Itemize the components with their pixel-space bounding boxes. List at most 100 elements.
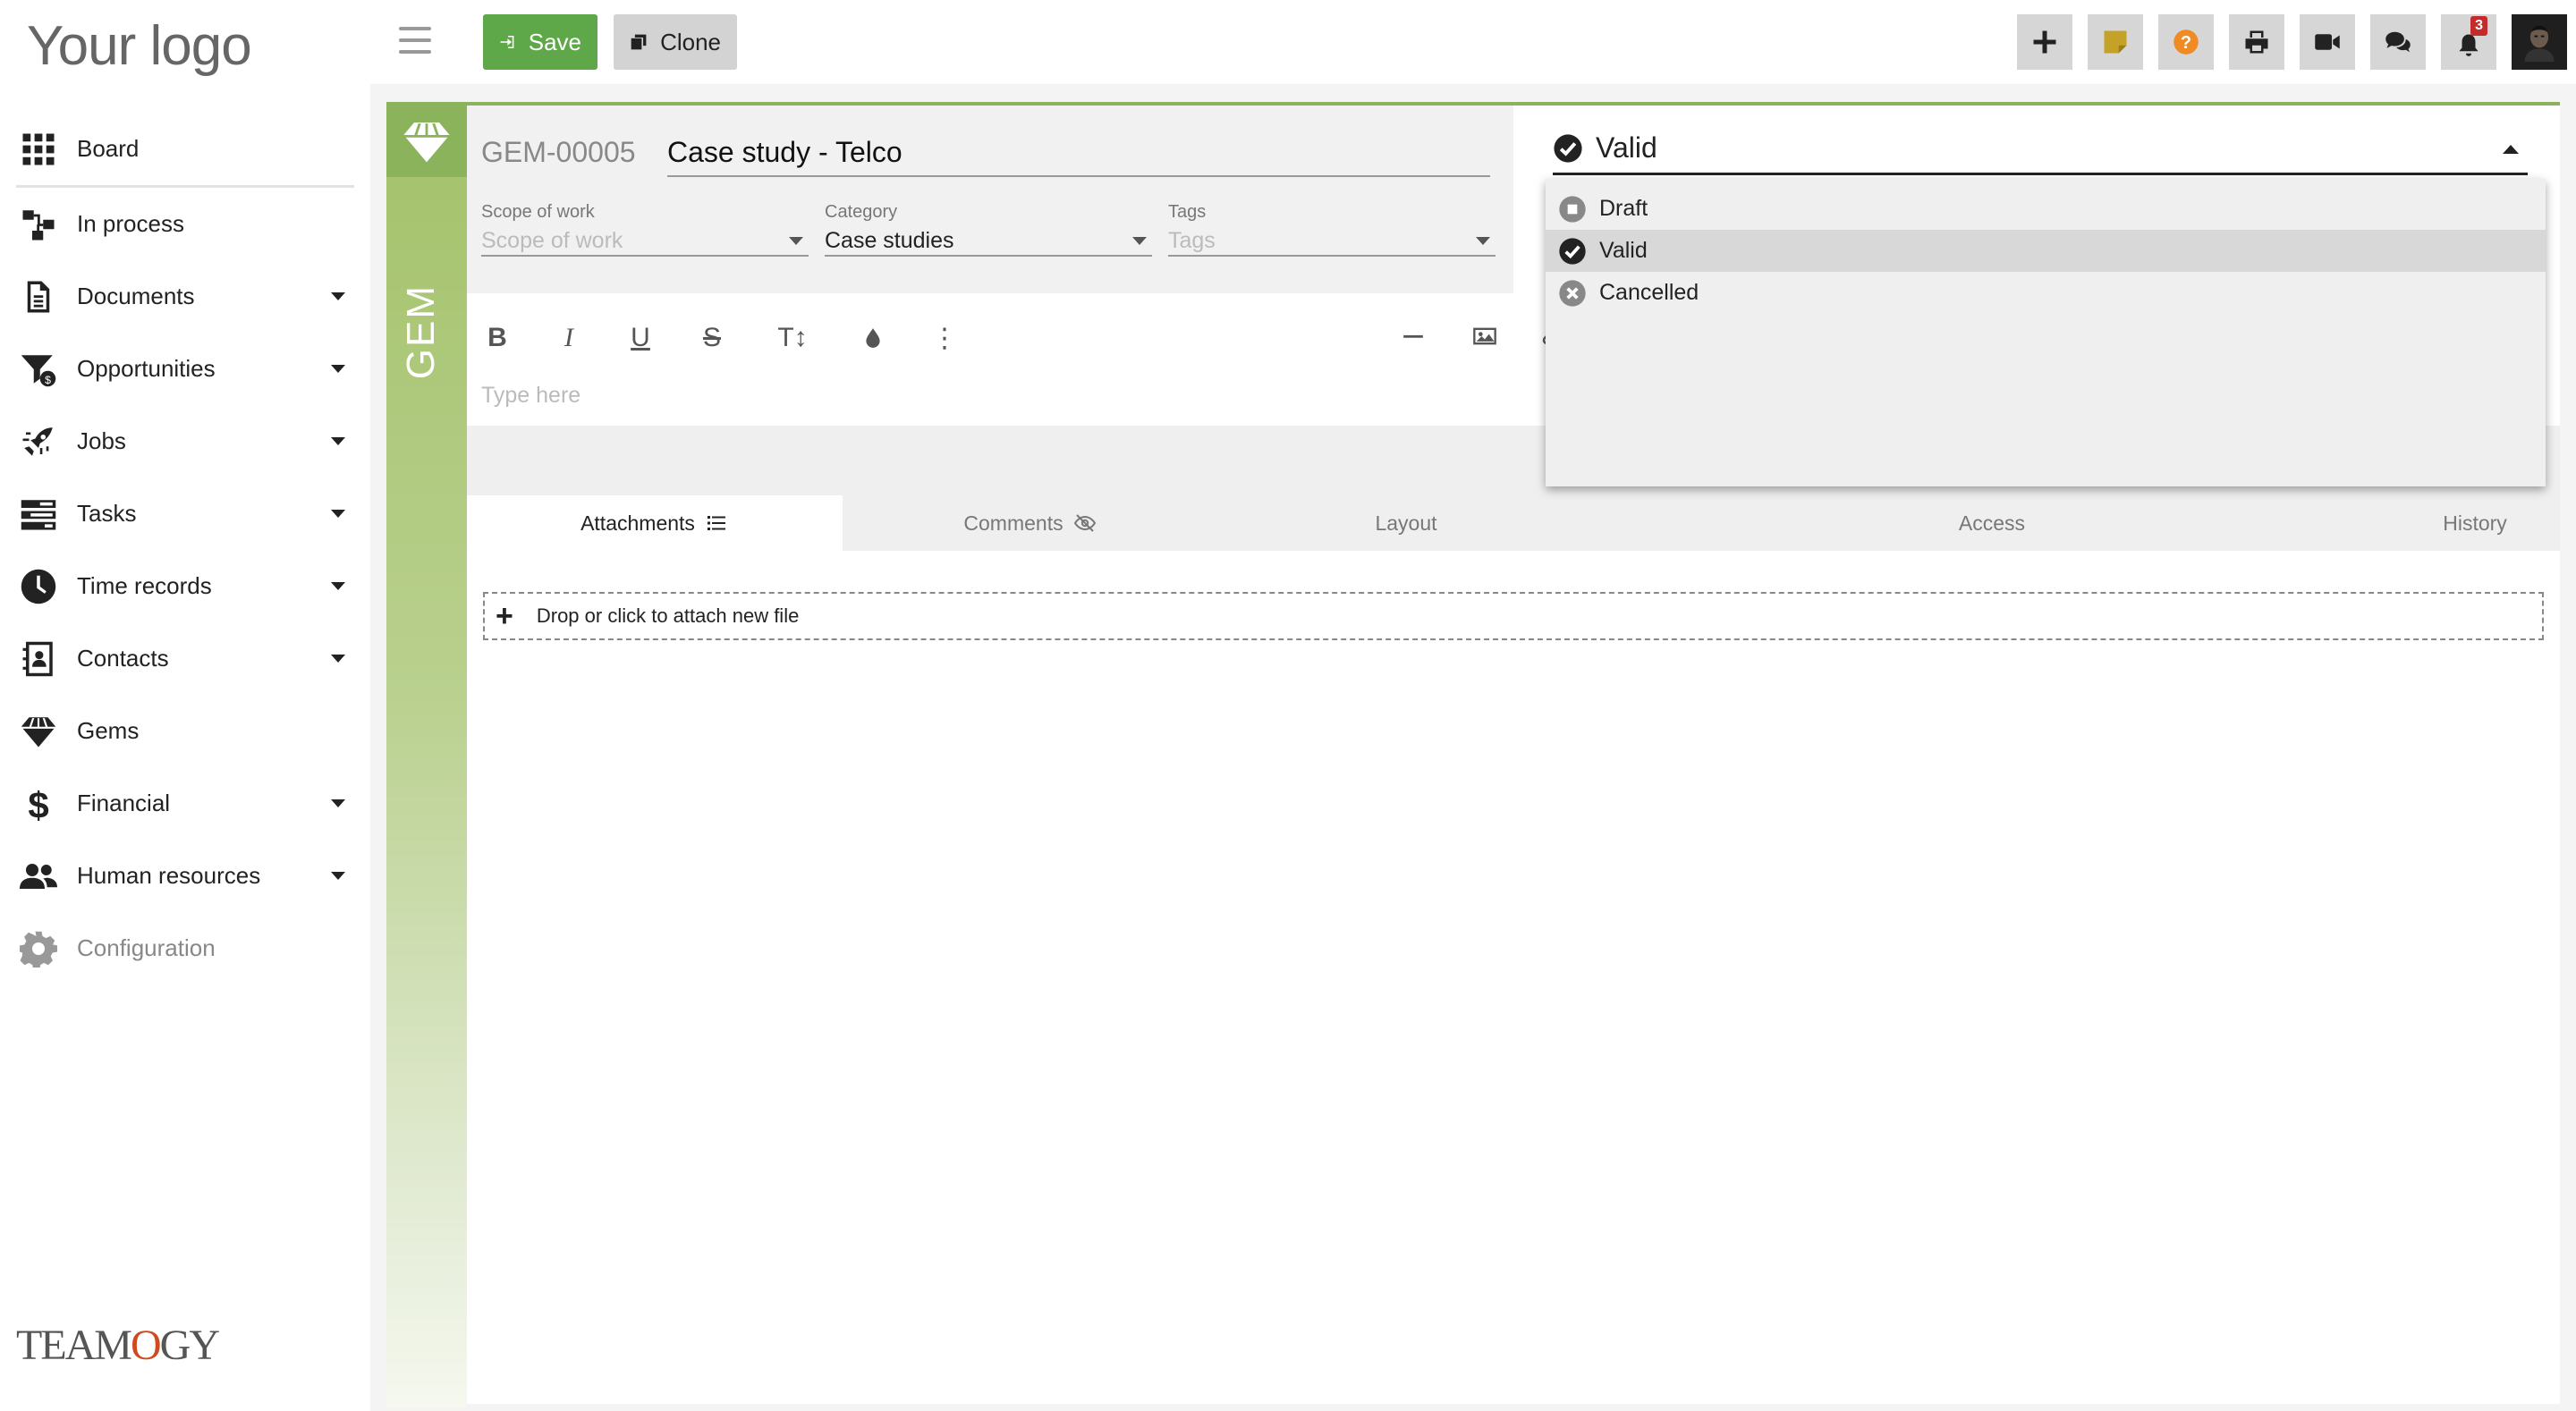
horizontal-rule-button[interactable] <box>1397 320 1429 352</box>
tasks-icon <box>18 494 59 535</box>
hamburger-menu-icon[interactable] <box>399 27 431 54</box>
chevron-down-icon[interactable] <box>331 872 345 880</box>
sidebar-item-financial[interactable]: $ Financial <box>0 767 370 840</box>
chevron-down-icon[interactable] <box>331 655 345 663</box>
sidebar-item-gems[interactable]: Gems <box>0 695 370 767</box>
sidebar-item-in-process[interactable]: In process <box>0 188 370 260</box>
option-label: Valid <box>1599 238 1648 263</box>
sidebar-item-opportunities[interactable]: $ Opportunities <box>0 333 370 405</box>
sidebar-item-label: Configuration <box>77 934 216 961</box>
sidebar-item-label: Contacts <box>77 645 169 672</box>
status-option-cancelled[interactable]: Cancelled <box>1546 272 2546 314</box>
draft-icon <box>1559 195 1586 223</box>
bold-button[interactable]: B <box>481 322 513 354</box>
chat-icon <box>2385 31 2411 53</box>
gem-badge <box>386 106 467 177</box>
italic-button[interactable]: I <box>553 322 585 354</box>
video-button[interactable] <box>2300 14 2355 70</box>
notes-button[interactable] <box>2088 14 2143 70</box>
record-title-input[interactable]: Case study - Telco <box>667 129 1490 177</box>
text-color-button[interactable] <box>857 322 889 354</box>
users-icon <box>18 856 59 897</box>
sidebar-nav: Board In process Documents $ Opportuniti… <box>0 113 370 984</box>
field-label: Scope of work <box>481 202 595 222</box>
underline-button[interactable]: U <box>624 322 657 354</box>
clone-button[interactable]: Clone <box>614 14 737 70</box>
chevron-down-icon[interactable] <box>331 292 345 300</box>
add-button[interactable] <box>2017 14 2072 70</box>
status-panel: Valid <box>1530 102 2558 182</box>
sidebar-item-configuration[interactable]: Configuration <box>0 912 370 984</box>
field-value: Scope of work <box>481 226 809 257</box>
notifications-button[interactable]: 3 <box>2441 14 2496 70</box>
record-type-label: GEM <box>399 284 443 380</box>
strikethrough-button[interactable]: S <box>696 322 728 354</box>
chat-button[interactable] <box>2370 14 2426 70</box>
plus-icon: + <box>496 599 513 633</box>
chevron-up-icon[interactable] <box>2503 145 2519 154</box>
print-icon <box>2245 30 2268 54</box>
tab-label: History <box>2443 511 2507 535</box>
tab-history[interactable]: History <box>2390 495 2560 551</box>
sticky-note-icon <box>2104 30 2127 54</box>
sidebar-item-time-records[interactable]: Time records <box>0 550 370 622</box>
brand-text: TEAM <box>16 1321 132 1369</box>
sidebar-item-jobs[interactable]: Jobs <box>0 405 370 477</box>
chevron-down-icon[interactable] <box>331 510 345 518</box>
image-icon <box>1473 327 1496 345</box>
sidebar-item-board[interactable]: Board <box>0 113 370 185</box>
editor-placeholder[interactable]: Type here <box>481 383 580 409</box>
record-header: GEM-00005 Case study - Telco Scope of wo… <box>467 106 1513 293</box>
help-icon: ? <box>2174 30 2199 55</box>
chevron-down-icon[interactable] <box>331 799 345 807</box>
save-button[interactable]: Save <box>483 14 597 70</box>
plus-icon <box>2033 30 2056 54</box>
sidebar-item-label: Board <box>77 135 140 162</box>
print-button[interactable] <box>2229 14 2284 70</box>
chevron-down-icon[interactable] <box>331 365 345 373</box>
status-select[interactable]: Valid <box>1553 123 2528 175</box>
gear-icon <box>18 928 59 969</box>
font-size-button[interactable]: T↕ <box>767 322 818 354</box>
sidebar-item-tasks[interactable]: Tasks <box>0 477 370 550</box>
chevron-down-icon[interactable] <box>331 437 345 445</box>
tab-attachments[interactable]: Attachments <box>467 495 843 551</box>
funnel-dollar-icon: $ <box>18 349 59 390</box>
record-type-strip: GEM <box>386 106 467 1407</box>
sidebar-item-label: Time records <box>77 572 212 599</box>
tab-comments[interactable]: Comments <box>843 495 1218 551</box>
sidebar-item-label: Human resources <box>77 862 261 889</box>
bell-icon <box>2459 34 2479 56</box>
sidebar-item-contacts[interactable]: Contacts <box>0 622 370 695</box>
svg-text:$: $ <box>28 785 48 823</box>
clock-icon <box>18 566 59 607</box>
scope-of-work-select[interactable]: Scope of work Scope of work <box>481 202 809 257</box>
process-icon <box>18 204 59 245</box>
category-select[interactable]: Category Case studies <box>825 202 1152 257</box>
sidebar-item-human-resources[interactable]: Human resources <box>0 840 370 912</box>
user-avatar[interactable] <box>2512 14 2567 70</box>
document-icon <box>18 276 59 317</box>
list-icon <box>707 516 725 530</box>
svg-text:?: ? <box>2181 33 2191 53</box>
top-toolbar: Save Clone ? 3 <box>370 0 2576 84</box>
option-label: Cancelled <box>1599 280 1699 305</box>
more-options-icon[interactable]: ⋮ <box>928 322 961 354</box>
svg-text:$: $ <box>45 373 51 385</box>
tags-select[interactable]: Tags Tags <box>1168 202 1496 257</box>
teamogy-brand-logo: TEAM O GY <box>16 1307 220 1382</box>
sidebar-item-label: Gems <box>77 717 140 744</box>
status-option-valid[interactable]: Valid <box>1546 230 2546 272</box>
app-logo[interactable]: Your logo <box>27 14 252 78</box>
gem-icon <box>403 123 450 163</box>
help-button[interactable]: ? <box>2158 14 2214 70</box>
chevron-down-icon[interactable] <box>331 582 345 590</box>
copy-icon <box>631 34 647 50</box>
tab-access[interactable]: Access <box>1594 495 2390 551</box>
rich-text-editor: B I U S T↕ ⋮ Type here <box>467 300 1560 426</box>
status-option-draft[interactable]: Draft <box>1546 188 2546 230</box>
sidebar-item-documents[interactable]: Documents <box>0 260 370 333</box>
file-dropzone[interactable]: + Drop or click to attach new file <box>483 592 2544 640</box>
image-button[interactable] <box>1469 320 1501 352</box>
tab-layout[interactable]: Layout <box>1218 495 1594 551</box>
